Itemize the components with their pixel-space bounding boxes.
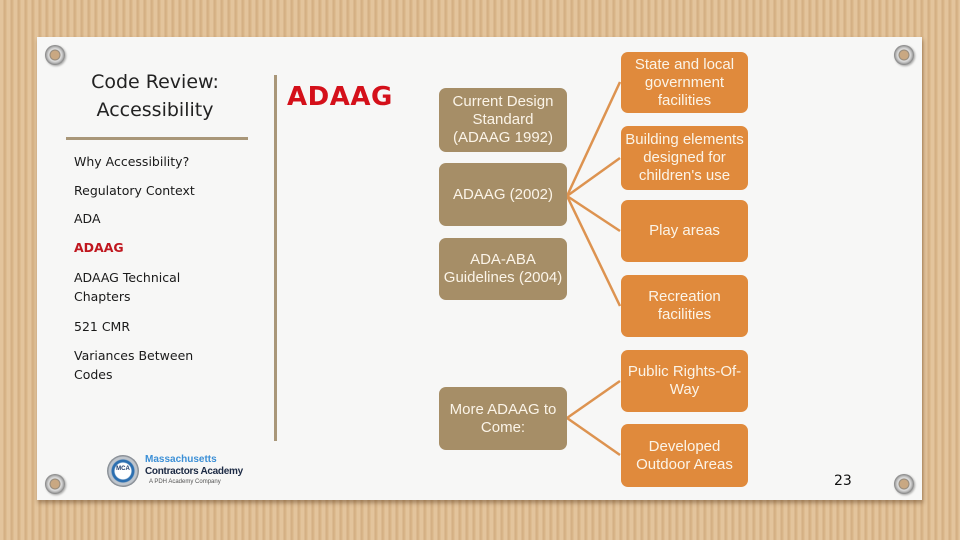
node-label: State and local government facilities xyxy=(634,55,735,109)
logo-badge-text: MCA xyxy=(116,466,130,472)
node-ada-aba-2004[interactable]: ADA-ABA Guidelines (2004) xyxy=(439,238,567,300)
logo-line1: Massachusetts xyxy=(145,454,217,465)
node-label: ADA-ABA Guidelines (2004) xyxy=(443,251,563,286)
company-logo: MCA Massachusetts Contractors Academy A … xyxy=(105,453,243,491)
node-adaag-1992[interactable]: Current Design Standard (ADAAG 1992) xyxy=(439,88,567,152)
page-number: 23 xyxy=(834,473,852,489)
node-developed-outdoor-areas[interactable]: Developed Outdoor Areas xyxy=(621,424,748,487)
node-public-rights-of-way[interactable]: Public Rights-Of-Way xyxy=(621,350,748,412)
node-label: Recreation facilities xyxy=(648,288,721,323)
node-label: Current Design Standard (ADAAG 1992) xyxy=(452,93,554,146)
node-adaag-2002[interactable]: ADAAG (2002) xyxy=(439,163,567,226)
node-label: Play areas xyxy=(649,222,720,239)
node-label: Developed Outdoor Areas xyxy=(636,437,733,473)
node-more-adaag[interactable]: More ADAAG to Come: xyxy=(439,387,567,450)
connector-line xyxy=(566,416,621,457)
node-children-building-elements[interactable]: Building elements designed for children'… xyxy=(621,126,748,190)
node-state-local-government[interactable]: State and local government facilities xyxy=(621,52,748,113)
logo-line2: Contractors Academy xyxy=(145,466,243,477)
node-play-areas[interactable]: Play areas xyxy=(621,200,748,262)
connector-line xyxy=(566,379,621,420)
logo-badge-icon: MCA xyxy=(107,455,139,487)
node-recreation-facilities[interactable]: Recreation facilities xyxy=(621,275,748,337)
logo-line3: A PDH Academy Company xyxy=(149,479,221,485)
node-label: Public Rights-Of-Way xyxy=(627,363,742,398)
node-label: ADAAG (2002) xyxy=(452,185,554,203)
connector-line xyxy=(565,81,622,197)
node-label: Building elements designed for children'… xyxy=(625,131,744,184)
node-label: More ADAAG to Come: xyxy=(449,400,557,436)
